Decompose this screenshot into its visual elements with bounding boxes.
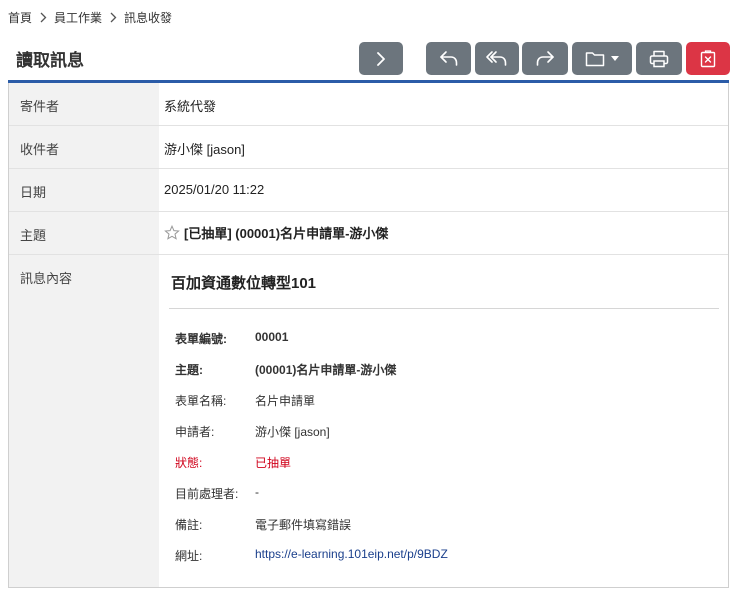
field-key: 表單編號:: [175, 332, 227, 346]
forward-icon: [535, 50, 555, 68]
label-column: [9, 83, 159, 587]
sender-label: 寄件者: [20, 99, 60, 114]
breadcrumb-home[interactable]: 首頁: [8, 9, 32, 26]
print-button[interactable]: [636, 42, 682, 75]
message-panel: 寄件者 系統代發 收件者 游小傑 [jason] 日期 2025/01/20 1…: [8, 83, 729, 588]
chevron-right-icon: [375, 51, 387, 67]
field-key: 申請者:: [175, 425, 215, 439]
reply-all-button[interactable]: [475, 42, 519, 75]
field-value: 游小傑 [jason]: [255, 425, 330, 439]
delete-icon: [700, 49, 716, 68]
field-value: 00001: [255, 330, 289, 344]
reply-icon: [439, 50, 459, 68]
move-to-folder-dropdown[interactable]: [572, 42, 632, 75]
caret-down-icon: [611, 56, 619, 61]
subject-value-row: [已抽單] (00001)名片申請單-游小傑: [164, 223, 388, 242]
url-link[interactable]: https://e-learning.101eip.net/p/9BDZ: [255, 547, 448, 561]
field-key: 狀態:: [175, 456, 203, 470]
next-message-button[interactable]: [359, 42, 403, 75]
status-value: 已抽單: [255, 456, 292, 470]
recipient-value: 游小傑 [jason]: [164, 142, 245, 157]
chevron-right-icon: [102, 12, 124, 23]
field-value: (00001)名片申請單-游小傑: [255, 363, 397, 377]
field-key: 表單名稱:: [175, 394, 227, 408]
row-divider: [9, 168, 728, 169]
subject-label: 主題: [20, 228, 47, 243]
date-value: 2025/01/20 11:22: [164, 182, 265, 197]
field-key: 網址:: [175, 549, 203, 563]
field-key: 目前處理者:: [175, 487, 239, 501]
field-value: 電子郵件填寫錯誤: [255, 518, 352, 532]
folder-icon: [585, 51, 605, 67]
reply-all-icon: [486, 50, 508, 68]
content-label: 訊息內容: [20, 271, 73, 286]
content-company-title: 百加資通數位轉型101: [171, 275, 317, 292]
row-divider: [9, 211, 728, 212]
field-key: 備註:: [175, 518, 203, 532]
sender-value: 系統代發: [164, 99, 217, 114]
breadcrumb-messages: 訊息收發: [124, 11, 173, 25]
row-divider: [9, 254, 728, 255]
subject-value: [已抽單] (00001)名片申請單-游小傑: [184, 226, 389, 241]
breadcrumb-employee-tasks[interactable]: 員工作業: [54, 9, 102, 26]
printer-icon: [649, 50, 669, 68]
content-divider: [169, 308, 719, 309]
field-value: 名片申請單: [255, 394, 316, 408]
chevron-right-icon: [32, 12, 54, 23]
forward-button[interactable]: [522, 42, 568, 75]
recipient-label: 收件者: [20, 142, 60, 157]
star-icon[interactable]: [164, 224, 180, 241]
field-value: -: [255, 485, 259, 499]
delete-button[interactable]: [686, 42, 730, 75]
breadcrumb: 首頁 員工作業 訊息收發: [8, 9, 172, 26]
reply-button[interactable]: [426, 42, 471, 75]
field-key: 主題:: [175, 363, 203, 377]
date-label: 日期: [20, 185, 47, 200]
row-divider: [9, 125, 728, 126]
message-toolbar: [0, 42, 735, 75]
